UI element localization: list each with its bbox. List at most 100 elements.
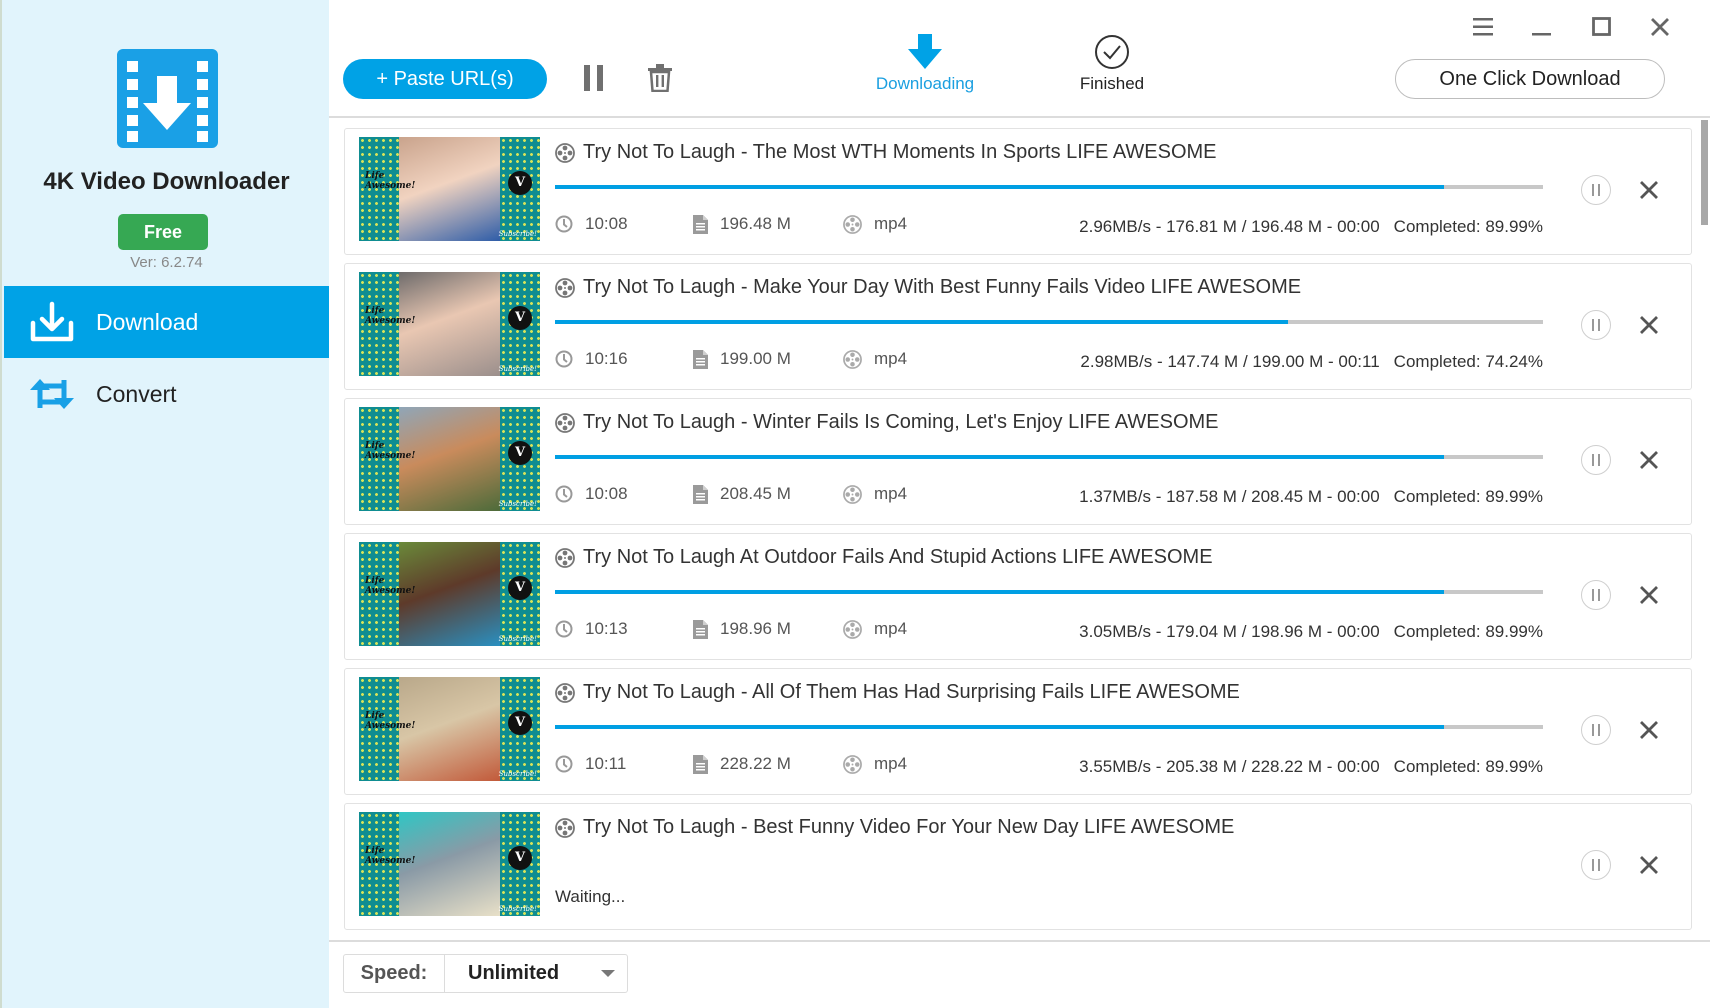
speed-value: Unlimited (468, 962, 560, 984)
file-size: 196.48 M (720, 214, 791, 233)
toolbar: + Paste URL(s) Downloading Finished One … (329, 0, 1710, 118)
vine-logo-icon: V (508, 846, 532, 870)
video-duration: 10:08 (585, 214, 628, 233)
progress-fill (555, 725, 1445, 729)
thumbnail-right-text: Subscribe! (498, 905, 537, 913)
download-tray-icon (28, 300, 76, 344)
chevron-down-icon (601, 970, 615, 977)
clock-icon (555, 620, 573, 638)
waiting-status: Waiting... (555, 887, 626, 906)
item-pause-button[interactable] (1581, 580, 1611, 610)
pause-all-button[interactable] (579, 62, 609, 94)
file-icon (693, 349, 708, 369)
tab-finished[interactable]: Finished (1042, 34, 1182, 98)
thumbnail-left-text: Life Awesome! (365, 441, 416, 461)
video-title: Try Not To Laugh - The Most WTH Moments … (583, 141, 1217, 163)
progress-bar (555, 725, 1543, 729)
speed-transfer-text: 2.96MB/s - 176.81 M / 196.48 M - 00:00 (1079, 217, 1380, 236)
check-circle-icon (1094, 34, 1130, 75)
clock-icon (555, 485, 573, 503)
download-stats: 1.37MB/s - 187.58 M / 208.45 M - 00:00 Co… (1079, 487, 1543, 507)
file-size: 199.00 M (720, 349, 791, 368)
completed-percent: Completed: 89.99% (1393, 757, 1543, 776)
close-window-button[interactable] (1645, 12, 1675, 42)
close-icon (1640, 451, 1658, 469)
video-format: mp4 (874, 484, 908, 503)
item-pause-button[interactable] (1581, 445, 1611, 475)
download-item[interactable]: Life Awesome! V Subscribe! Try Not To Lau… (344, 398, 1692, 525)
thumbnail-left-text: Life Awesome! (365, 171, 416, 191)
pause-icon (584, 65, 603, 91)
item-remove-button[interactable] (1635, 311, 1663, 339)
thumbnail-right-text: Subscribe! (498, 365, 537, 373)
speed-dropdown[interactable]: Unlimited (445, 955, 627, 992)
maximize-button[interactable] (1587, 12, 1617, 42)
progress-bar (555, 185, 1543, 189)
download-list: Life Awesome! V Subscribe! Try Not To Lau… (329, 118, 1710, 940)
film-reel-icon (555, 682, 575, 703)
clock-icon (555, 215, 573, 233)
video-thumbnail: Life Awesome! V Subscribe! (359, 407, 540, 511)
menu-icon (1473, 18, 1493, 36)
speed-transfer-text: 3.55MB/s - 205.38 M / 228.22 M - 00:00 (1079, 757, 1380, 776)
download-stats: 2.96MB/s - 176.81 M / 196.48 M - 00:00 Co… (1079, 217, 1543, 237)
item-remove-button[interactable] (1635, 581, 1663, 609)
file-size: 228.22 M (720, 754, 791, 773)
item-pause-button[interactable] (1581, 850, 1611, 880)
tab-downloading[interactable]: Downloading (855, 34, 995, 98)
item-pause-button[interactable] (1581, 715, 1611, 745)
thumbnail-right-text: Subscribe! (498, 500, 537, 508)
minimize-button[interactable] (1527, 12, 1557, 42)
video-format: mp4 (874, 349, 908, 368)
format-reel-icon (843, 484, 862, 504)
item-pause-button[interactable] (1581, 175, 1611, 205)
item-pause-button[interactable] (1581, 310, 1611, 340)
progress-fill (555, 590, 1445, 594)
film-reel-icon (555, 142, 575, 163)
trash-icon (648, 64, 672, 92)
edition-badge[interactable]: Free (118, 214, 208, 250)
item-remove-button[interactable] (1635, 851, 1663, 879)
item-remove-button[interactable] (1635, 176, 1663, 204)
sidebar-item-convert[interactable]: Convert (4, 358, 331, 430)
format-reel-icon (843, 349, 862, 369)
file-icon (693, 484, 708, 504)
film-reel-icon (555, 817, 575, 838)
progress-bar (555, 455, 1543, 459)
tab-label: Downloading (875, 74, 975, 93)
film-reel-icon (555, 277, 575, 298)
sidebar-item-label: Convert (96, 380, 177, 407)
video-title: Try Not To Laugh - Winter Fails Is Comin… (583, 411, 1219, 433)
item-remove-button[interactable] (1635, 716, 1663, 744)
download-item[interactable]: Life Awesome! V Subscribe! Try Not To Lau… (344, 668, 1692, 795)
format-reel-icon (843, 754, 862, 774)
scrollbar[interactable] (1701, 120, 1708, 225)
version-label: Ver: 6.2.74 (130, 254, 203, 271)
sidebar-item-download[interactable]: Download (4, 286, 331, 358)
vine-logo-icon: V (508, 576, 532, 600)
completed-percent: Completed: 89.99% (1393, 622, 1543, 641)
download-item[interactable]: Life Awesome! V Subscribe! Try Not To Lau… (344, 533, 1692, 660)
one-click-download-button[interactable]: One Click Download (1395, 59, 1665, 99)
close-icon (1651, 18, 1669, 36)
file-size: 208.45 M (720, 484, 791, 503)
video-title: Try Not To Laugh - Make Your Day With Be… (583, 276, 1302, 298)
video-duration: 10:13 (585, 619, 628, 638)
footer: Speed: Unlimited (329, 940, 1710, 1008)
item-remove-button[interactable] (1635, 446, 1663, 474)
speed-transfer-text: 2.98MB/s - 147.74 M / 199.00 M - 00:11 (1080, 352, 1380, 371)
thumbnail-left-text: Life Awesome! (365, 711, 416, 731)
paste-url-button[interactable]: + Paste URL(s) (343, 59, 547, 99)
pause-icon (1592, 184, 1600, 196)
video-thumbnail: Life Awesome! V Subscribe! (359, 677, 540, 781)
download-item[interactable]: Life Awesome! V Subscribe! Try Not To Lau… (344, 263, 1692, 390)
download-item[interactable]: Life Awesome! V Subscribe! Try Not To Lau… (344, 128, 1692, 255)
download-item[interactable]: Life Awesome! V Subscribe! Try Not To Lau… (344, 803, 1692, 930)
pause-icon (1592, 724, 1600, 736)
menu-button[interactable] (1468, 12, 1498, 42)
delete-button[interactable] (645, 62, 675, 94)
thumbnail-right-text: Subscribe! (498, 770, 537, 778)
close-icon (1640, 856, 1658, 874)
app-title: 4K Video Downloader (43, 168, 290, 195)
film-reel-icon (555, 412, 575, 433)
